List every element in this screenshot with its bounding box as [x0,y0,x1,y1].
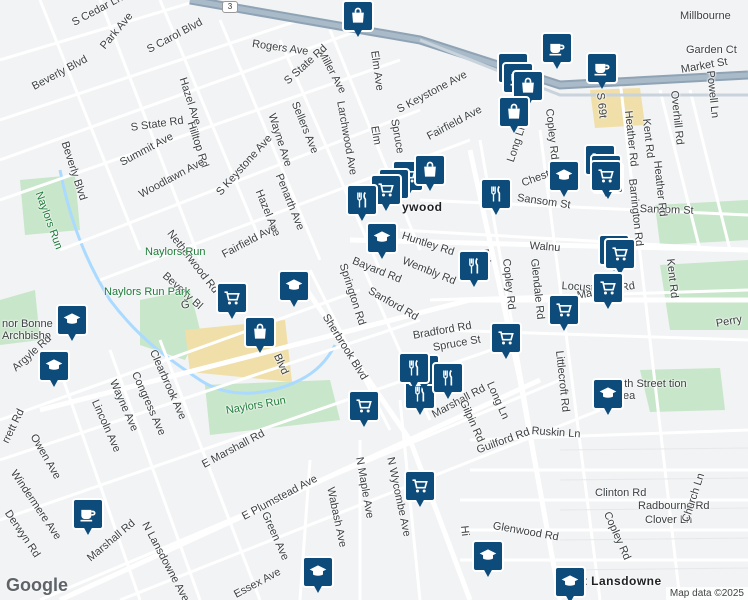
park-area [0,290,40,345]
shopping-cart-icon [612,247,628,261]
shopping-bag-icon [522,77,534,93]
shopping-cart-icon [224,291,240,305]
pin-school[interactable] [56,304,88,344]
shopping-cart-icon [498,331,514,345]
fork-knife-icon [491,185,501,202]
pin-grocery[interactable] [590,160,622,200]
pin-coffee[interactable] [586,52,618,92]
graduation-cap-icon [45,359,63,370]
shopping-cart-icon [556,303,572,317]
graduation-cap-icon [555,169,573,180]
map-base-layer [0,0,748,600]
pin-shopping-bag[interactable] [342,0,374,40]
graduation-cap-icon [561,575,579,586]
pin-coffee[interactable] [541,32,573,72]
route-3-shield: 3 [222,1,238,13]
pin-school[interactable] [278,270,310,310]
shopping-cart-icon [356,399,372,413]
pin-restaurant[interactable] [480,178,512,218]
shopping-bag-icon [352,7,364,23]
graduation-cap-icon [309,565,327,576]
shopping-bag-icon [424,161,436,177]
fork-knife-icon [409,359,419,376]
pin-restaurant[interactable] [346,184,378,224]
pin-school[interactable] [366,222,398,262]
fork-knife-icon [469,257,479,274]
pin-shopping-bag[interactable] [244,316,276,356]
pin-shopping-bag[interactable] [414,154,446,194]
coffee-cup-icon [80,509,96,522]
shopping-bag-icon [508,103,520,119]
fork-knife-icon [443,369,453,386]
pin-grocery[interactable] [348,390,380,430]
shopping-cart-icon [598,169,614,183]
pin-coffee[interactable] [72,498,104,538]
fork-knife-icon [357,191,367,208]
pin-school[interactable] [38,350,70,390]
graduation-cap-icon [599,387,617,398]
map-attribution[interactable]: Map data ©2025 [665,587,748,600]
map-canvas[interactable]: 3 S Cedar Ln Park Ave S Carol Blvd Roger… [0,0,748,600]
park-area [655,200,748,245]
pin-school[interactable] [548,160,580,200]
google-logo: Google [6,575,68,595]
pin-school[interactable] [472,540,504,580]
pin-grocery[interactable] [592,272,624,312]
graduation-cap-icon [479,549,497,560]
shopping-bag-icon [254,323,266,339]
pin-restaurant[interactable] [398,352,430,392]
pin-school[interactable] [302,556,334,596]
pin-school[interactable] [592,378,624,418]
coffee-cup-icon [594,63,610,76]
graduation-cap-icon [373,231,391,242]
pin-grocery[interactable] [548,294,580,334]
shopping-cart-icon [412,479,428,493]
pin-shopping-bag[interactable] [498,96,530,136]
park-area [660,260,748,330]
pin-restaurant[interactable] [432,362,464,402]
graduation-cap-icon [285,279,303,290]
shopping-cart-icon [378,183,394,197]
shopping-cart-icon [600,281,616,295]
pin-restaurant[interactable] [458,250,490,290]
pin-grocery[interactable] [490,322,522,362]
pin-grocery[interactable] [404,470,436,510]
coffee-cup-icon [549,43,565,56]
graduation-cap-icon [63,313,81,324]
pin-school[interactable] [554,566,586,600]
